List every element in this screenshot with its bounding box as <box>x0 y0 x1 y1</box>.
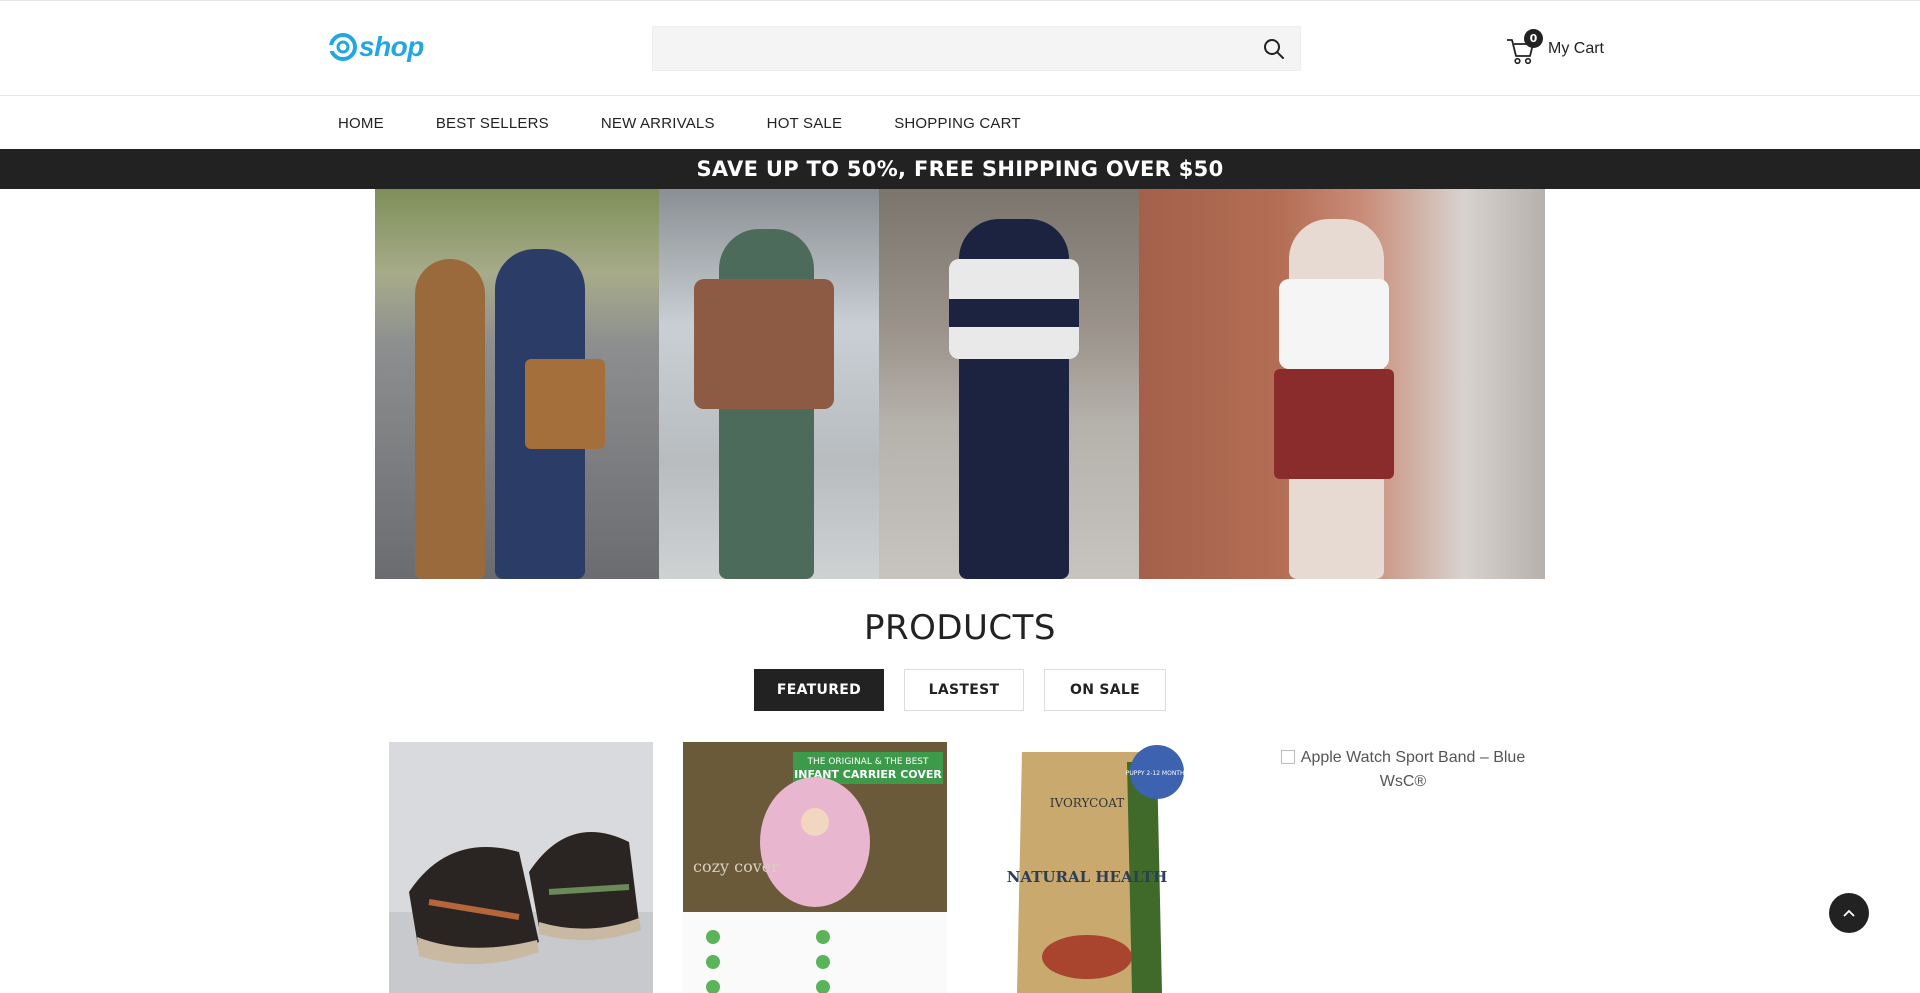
tab-featured[interactable]: FEATURED <box>754 669 884 711</box>
hero-collage[interactable] <box>375 189 1545 579</box>
search-icon[interactable] <box>1262 37 1286 61</box>
card-text-cozy-cover: cozy cover <box>693 857 779 876</box>
search-bar <box>652 26 1301 71</box>
product-card-sneakers[interactable] <box>389 742 653 993</box>
cart-label: My Cart <box>1548 40 1604 57</box>
search-input[interactable] <box>653 27 1300 70</box>
promo-banner: SAVE UP TO 50%, FREE SHIPPING OVER $50 <box>0 149 1920 189</box>
card-text-ivorycoat: IVORYCOAT <box>1050 796 1124 810</box>
cart-count-badge: 0 <box>1524 29 1543 48</box>
nav-item-best-sellers[interactable]: BEST SELLERS <box>436 115 549 132</box>
tab-on-sale[interactable]: ON SALE <box>1044 669 1166 711</box>
hero-photo-street-duo <box>375 189 659 579</box>
cart-icon-wrap: 0 <box>1506 29 1543 66</box>
site-header: shop 0 My Cart <box>0 1 1920 96</box>
cart-button[interactable]: 0 My Cart <box>1506 29 1604 67</box>
product-image-infant-cover: THE ORIGINAL & THE BEST INFANT CARRIER C… <box>683 742 947 993</box>
site-logo[interactable]: shop <box>328 31 424 63</box>
card-text-natural-health: NATURAL HEALTH <box>1007 868 1168 886</box>
nav-item-shopping-cart[interactable]: SHOPPING CART <box>894 115 1021 132</box>
tab-lastest[interactable]: LASTEST <box>904 669 1024 711</box>
product-image-dog-food: IVORYCOAT NATURAL HEALTH PUPPY 2-12 MONT… <box>977 742 1241 993</box>
product-tabs: FEATURED LASTEST ON SALE <box>754 669 1186 711</box>
products-heading: PRODUCTS <box>863 608 1057 648</box>
card-text-original: THE ORIGINAL & THE BEST <box>807 757 929 767</box>
logo-swirl-icon <box>328 33 357 61</box>
broken-image-icon <box>1280 750 1295 764</box>
promo-text: SAVE UP TO 50%, FREE SHIPPING OVER $50 <box>696 157 1224 181</box>
hero-photo-striped-tee <box>879 189 1139 579</box>
card-text-puppy: PUPPY 2-12 MONTHS <box>1126 770 1189 777</box>
hero-photo-plaid-poncho <box>659 189 879 579</box>
product-image-alt-text: Apple Watch Sport Band – Blue WsC® <box>1300 749 1526 790</box>
main-nav: HOME BEST SELLERS NEW ARRIVALS HOT SALE … <box>0 97 1920 149</box>
product-image-sneakers <box>389 742 653 993</box>
hero-photo-plaid-skirt <box>1139 189 1545 579</box>
back-to-top-button[interactable] <box>1829 893 1869 933</box>
product-card-apple-watch-band[interactable]: Apple Watch Sport Band – Blue WsC® <box>1271 742 1535 993</box>
product-card-infant-cover[interactable]: THE ORIGINAL & THE BEST INFANT CARRIER C… <box>683 742 947 993</box>
nav-item-hot-sale[interactable]: HOT SALE <box>767 115 843 132</box>
chevron-up-icon <box>1843 909 1855 917</box>
logo-text: shop <box>359 31 424 62</box>
nav-item-new-arrivals[interactable]: NEW ARRIVALS <box>601 115 715 132</box>
product-card-dog-food[interactable]: IVORYCOAT NATURAL HEALTH PUPPY 2-12 MONT… <box>977 742 1241 993</box>
product-grid: THE ORIGINAL & THE BEST INFANT CARRIER C… <box>389 742 1549 993</box>
nav-item-home[interactable]: HOME <box>338 115 384 132</box>
